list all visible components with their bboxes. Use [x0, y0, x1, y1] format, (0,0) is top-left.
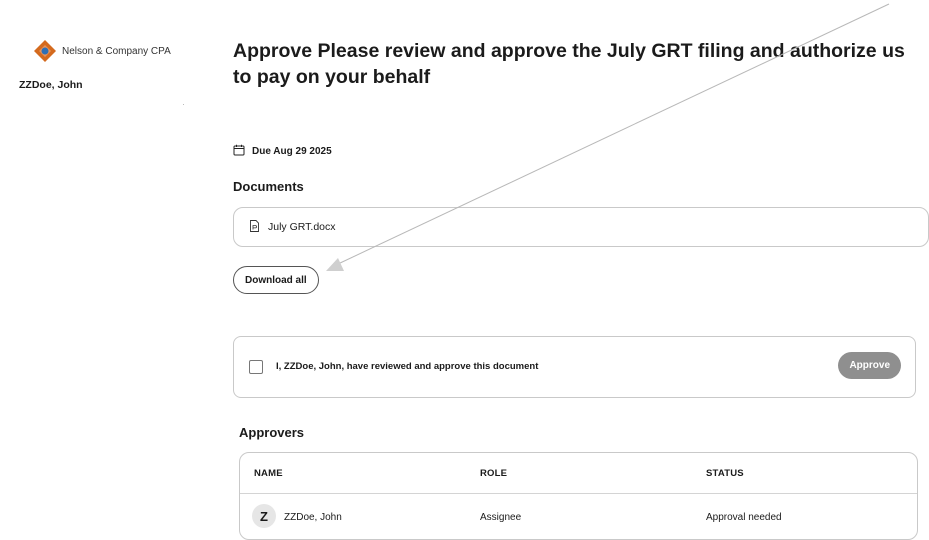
- table-header: NAME ROLE STATUS: [240, 453, 917, 494]
- column-header-status: STATUS: [706, 468, 744, 479]
- column-header-role: ROLE: [480, 468, 508, 479]
- approval-panel: I, ZZDoe, John, have reviewed and approv…: [233, 336, 916, 398]
- main-content: Approve Please review and approve the Ju…: [233, 0, 929, 540]
- due-date: Due Aug 29 2025: [233, 144, 332, 159]
- approvers-table: NAME ROLE STATUS Z ZZDoe, John Assignee …: [239, 452, 918, 540]
- brand-name: Nelson & Company CPA: [62, 45, 171, 57]
- table-row: Z ZZDoe, John Assignee Approval needed: [240, 494, 917, 540]
- due-date-label: Due Aug 29 2025: [252, 146, 332, 157]
- approver-role: Assignee: [480, 512, 522, 523]
- approver-name: ZZDoe, John: [284, 512, 342, 523]
- page-title: Approve Please review and approve the Ju…: [233, 40, 905, 88]
- approval-statement: I, ZZDoe, John, have reviewed and approv…: [276, 361, 539, 372]
- document-item[interactable]: July GRT.docx: [233, 207, 929, 247]
- approve-button[interactable]: Approve: [838, 352, 901, 379]
- download-all-button[interactable]: Download all: [233, 266, 319, 294]
- divider-dot: [183, 104, 184, 105]
- approver-status: Approval needed: [706, 512, 782, 523]
- sidebar: Nelson & Company CPA ZZDoe, John: [0, 0, 200, 540]
- document-icon: [249, 219, 260, 235]
- approve-checkbox[interactable]: [249, 360, 263, 374]
- current-user-name[interactable]: ZZDoe, John: [19, 79, 83, 91]
- company-logo-icon: [34, 40, 56, 62]
- documents-heading: Documents: [233, 179, 304, 194]
- document-name: July GRT.docx: [268, 221, 336, 233]
- column-header-name: NAME: [254, 468, 283, 479]
- approvers-heading: Approvers: [239, 425, 305, 440]
- brand[interactable]: Nelson & Company CPA: [34, 40, 171, 62]
- avatar: Z: [252, 504, 276, 528]
- calendar-icon: [233, 144, 245, 159]
